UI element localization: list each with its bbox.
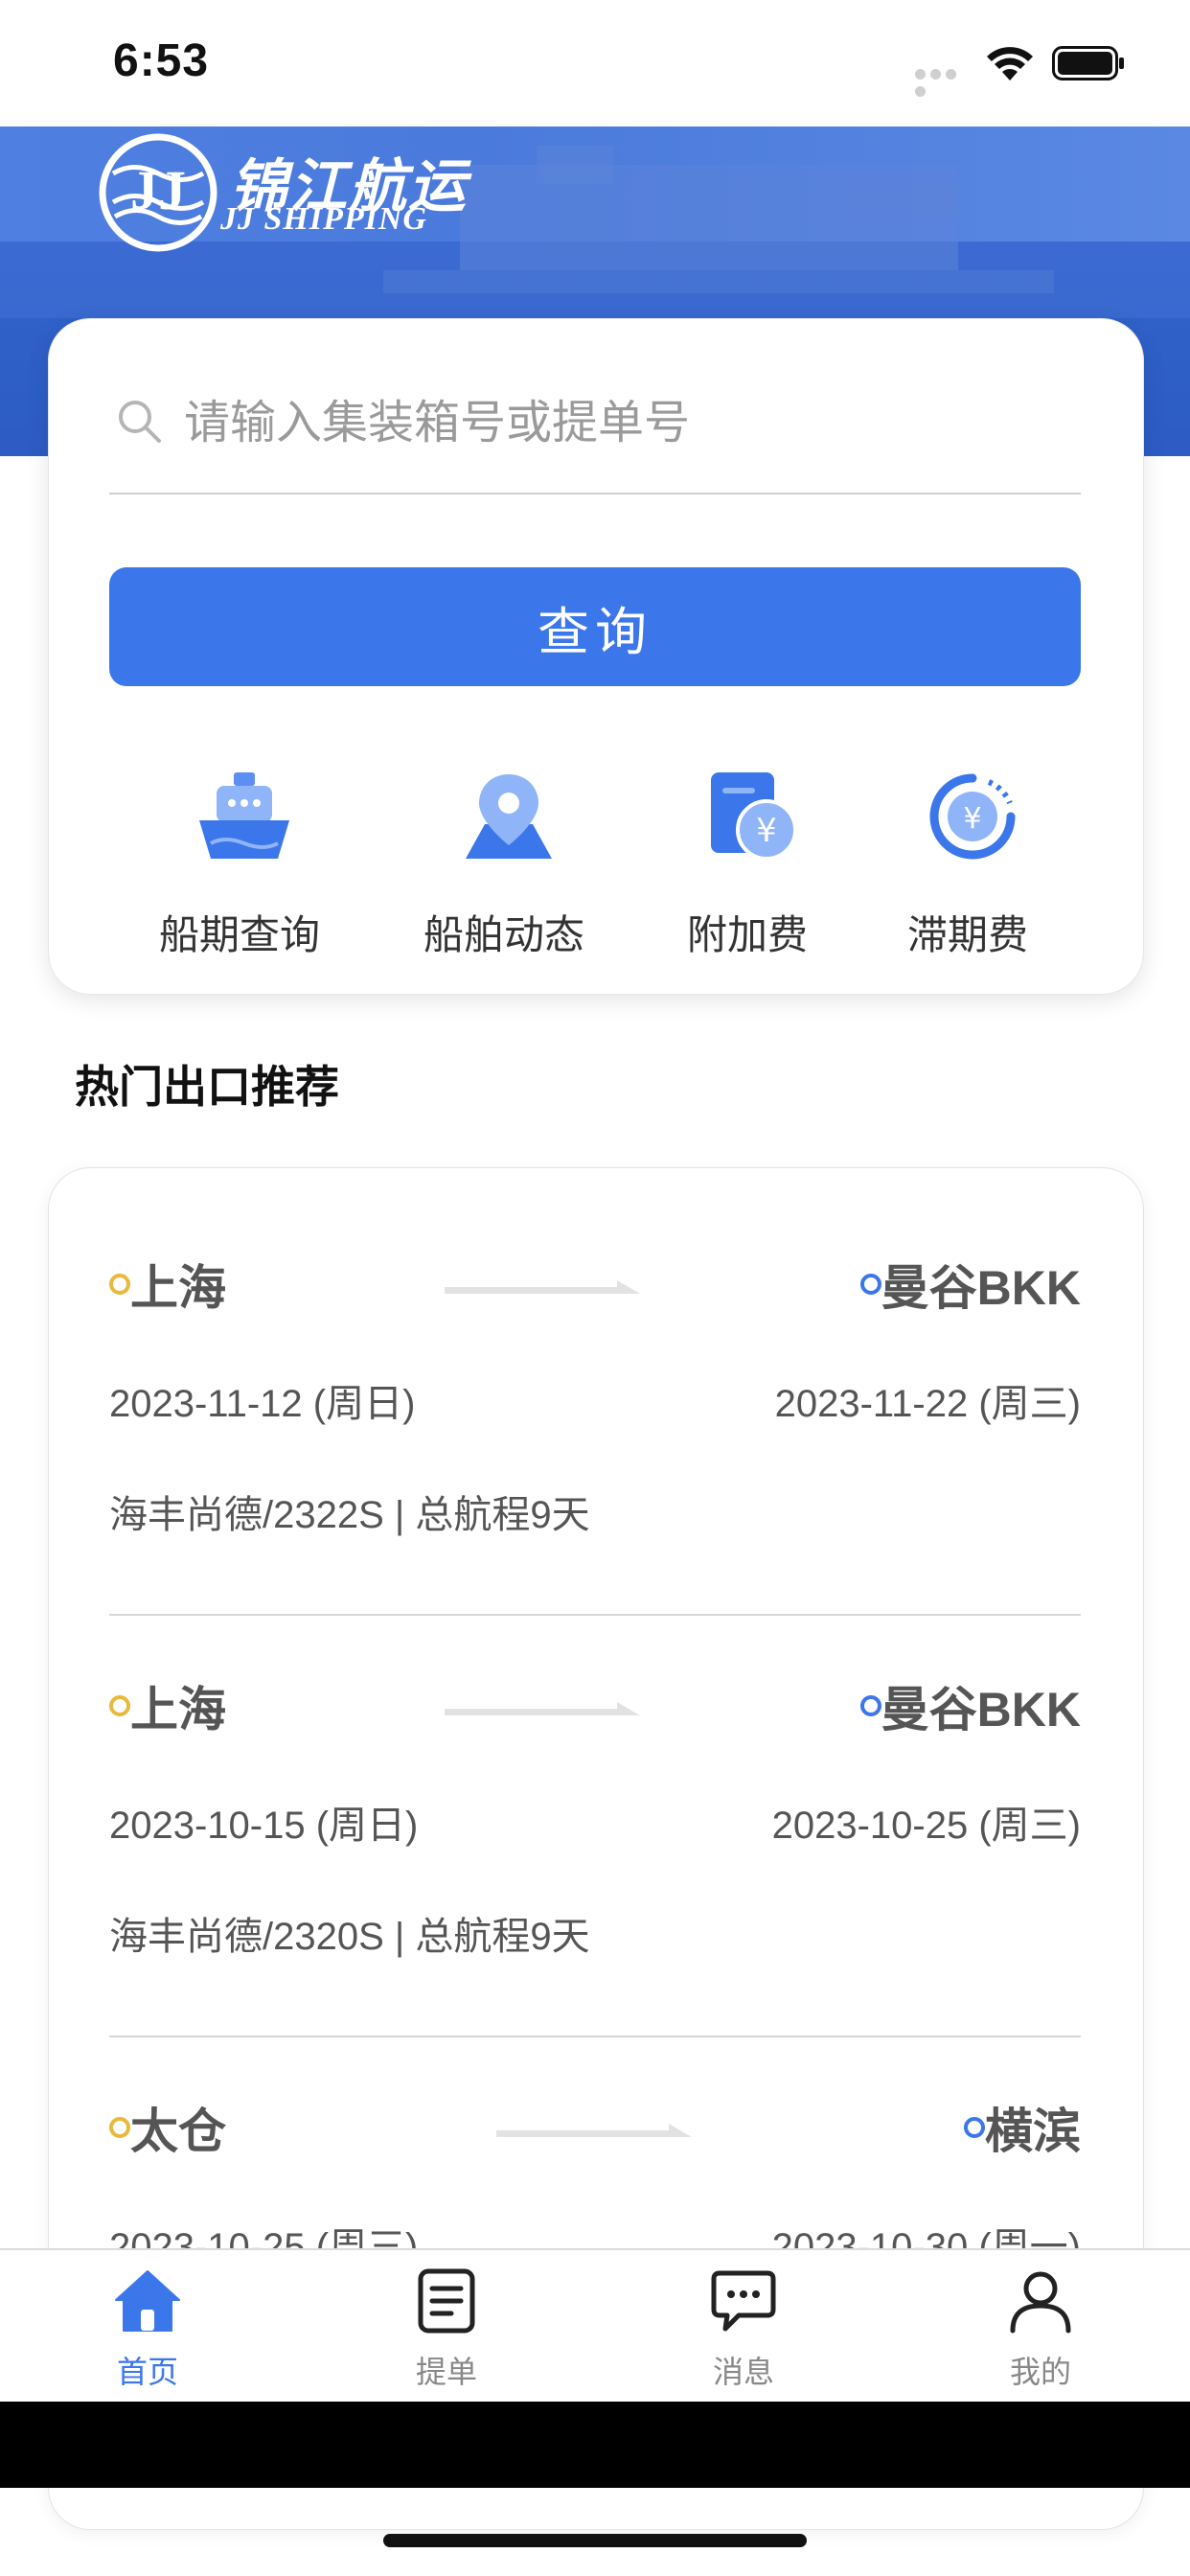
brand-name-en: JJ SHIPPING bbox=[220, 201, 427, 237]
search-underline bbox=[109, 493, 1081, 494]
tab-messages[interactable]: 消息 bbox=[667, 2267, 820, 2392]
depart-date: 2023-10-15 (周日) bbox=[109, 1805, 419, 1847]
origin-dot-icon bbox=[109, 1274, 130, 1295]
document-icon bbox=[418, 2268, 475, 2334]
destination-port: 曼谷BKK bbox=[859, 1671, 1081, 1740]
tab-bill-of-lading[interactable]: 提单 bbox=[370, 2267, 523, 2392]
quick-action-surcharge[interactable]: ¥ 附加费 bbox=[652, 767, 843, 958]
svg-text:¥: ¥ bbox=[963, 802, 981, 836]
origin-port: 太仓 bbox=[109, 2093, 226, 2162]
origin-port: 上海 bbox=[109, 1671, 226, 1740]
destination-port: 曼谷BKK bbox=[859, 1250, 1081, 1319]
signal-icon bbox=[915, 67, 974, 97]
user-icon bbox=[1010, 2271, 1071, 2334]
tab-label: 提单 bbox=[415, 2355, 477, 2389]
depart-date: 2023-11-12 (周日) bbox=[109, 1383, 416, 1425]
destination-port: 横滨 bbox=[964, 2093, 1081, 2162]
origin-dot-icon bbox=[109, 1695, 130, 1716]
brand-logo-icon: JJ bbox=[99, 133, 217, 252]
route-arrow-icon bbox=[445, 1280, 640, 1294]
search-icon bbox=[119, 401, 161, 443]
message-icon bbox=[711, 2270, 776, 2332]
demurrage-icon: ¥ bbox=[929, 773, 1016, 860]
ship-icon bbox=[199, 772, 289, 859]
query-button[interactable]: 查询 bbox=[109, 567, 1081, 686]
quick-action-schedule[interactable]: 船期查询 bbox=[144, 767, 335, 958]
quick-action-label: 船期查询 bbox=[158, 912, 320, 957]
route-arrow-icon bbox=[496, 2124, 692, 2137]
tab-label: 我的 bbox=[1009, 2355, 1071, 2389]
vessel-info: 海丰尚德/2320S | 总航程9天 bbox=[109, 1916, 590, 1958]
divider bbox=[109, 1614, 1081, 1616]
route-arrow-icon bbox=[445, 1702, 640, 1715]
surcharge-icon: ¥ bbox=[711, 772, 797, 861]
home-indicator[interactable] bbox=[383, 2534, 807, 2547]
bottom-bar bbox=[0, 2402, 1190, 2488]
route-item[interactable]: 上海 曼谷BKK 2023-11-12 (周日) 2023-11-22 (周三)… bbox=[109, 1250, 1081, 1671]
svg-text:JJ: JJ bbox=[130, 159, 186, 221]
tab-home[interactable]: 首页 bbox=[71, 2267, 224, 2392]
arrive-date: 2023-10-25 (周三) bbox=[771, 1805, 1081, 1847]
wifi-icon bbox=[987, 47, 1033, 80]
divider bbox=[109, 2036, 1081, 2037]
origin-dot-icon bbox=[109, 2117, 130, 2138]
destination-dot-icon bbox=[964, 2117, 985, 2138]
battery-icon bbox=[1052, 46, 1124, 80]
quick-action-label: 滞期费 bbox=[906, 912, 1028, 957]
quick-action-label: 船舶动态 bbox=[423, 912, 584, 957]
quick-action-label: 附加费 bbox=[686, 912, 808, 957]
status-time: 6:53 bbox=[113, 35, 210, 86]
destination-dot-icon bbox=[859, 1695, 881, 1716]
tab-label: 消息 bbox=[712, 2355, 774, 2389]
quick-action-vessel-status[interactable]: 船舶动态 bbox=[408, 767, 600, 958]
svg-text:¥: ¥ bbox=[756, 812, 777, 850]
destination-dot-icon bbox=[859, 1274, 881, 1295]
location-pin-icon bbox=[466, 774, 552, 859]
quick-action-demurrage[interactable]: ¥ 滞期费 bbox=[872, 767, 1064, 958]
route-item[interactable]: 上海 曼谷BKK 2023-10-15 (周日) 2023-10-25 (周三)… bbox=[109, 1671, 1081, 2093]
arrive-date: 2023-11-22 (周三) bbox=[774, 1383, 1081, 1425]
home-icon bbox=[115, 2270, 180, 2332]
tab-profile[interactable]: 我的 bbox=[964, 2267, 1117, 2392]
search-input[interactable] bbox=[182, 383, 1067, 462]
section-title: 热门出口推荐 bbox=[75, 1062, 339, 1112]
tab-label: 首页 bbox=[116, 2355, 178, 2389]
vessel-info: 海丰尚德/2322S | 总航程9天 bbox=[109, 1494, 590, 1536]
origin-port: 上海 bbox=[109, 1250, 226, 1319]
